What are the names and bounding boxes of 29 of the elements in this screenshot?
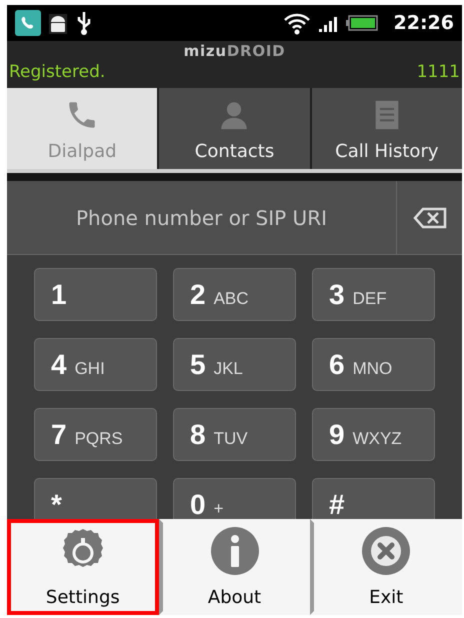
dial-key[interactable]: 3 DEF <box>312 268 435 321</box>
dial-key[interactable]: 9 WXYZ <box>312 408 435 461</box>
phone-number-field[interactable]: Phone number or SIP URI <box>7 181 397 254</box>
battery-icon <box>346 14 378 32</box>
dial-key[interactable]: 2 ABC <box>173 268 296 321</box>
menu-item[interactable]: Exit <box>310 519 462 615</box>
backspace-icon <box>412 206 446 228</box>
clock: 22:26 <box>394 10 454 36</box>
dial-key[interactable]: 0 + <box>173 478 296 519</box>
dial-key[interactable]: 7 PQRS <box>34 408 157 461</box>
dial-key[interactable]: 8 TUV <box>173 408 296 461</box>
dial-key[interactable]: 6 MNO <box>312 338 435 391</box>
account-number: 1111 <box>416 61 460 83</box>
backspace-button[interactable] <box>397 181 462 254</box>
tab[interactable]: Call History <box>312 88 462 169</box>
dial-key[interactable]: # <box>312 478 435 519</box>
info-icon <box>210 526 260 576</box>
close-icon <box>361 526 412 576</box>
dial-key[interactable]: * <box>34 478 157 519</box>
menu-item[interactable]: Settings <box>7 519 159 615</box>
dial-key[interactable]: 5 JKL <box>173 338 296 391</box>
menu-item[interactable]: About <box>158 519 310 615</box>
phone-notification-icon <box>15 10 41 36</box>
registration-status: Registered. <box>9 61 106 83</box>
dial-key[interactable]: 1 <box>34 268 157 321</box>
app-logo: mizuDROID <box>184 41 286 61</box>
dial-key[interactable]: 4 GHI <box>34 338 157 391</box>
usb-icon <box>75 10 93 36</box>
tab[interactable]: Contacts <box>159 88 310 169</box>
